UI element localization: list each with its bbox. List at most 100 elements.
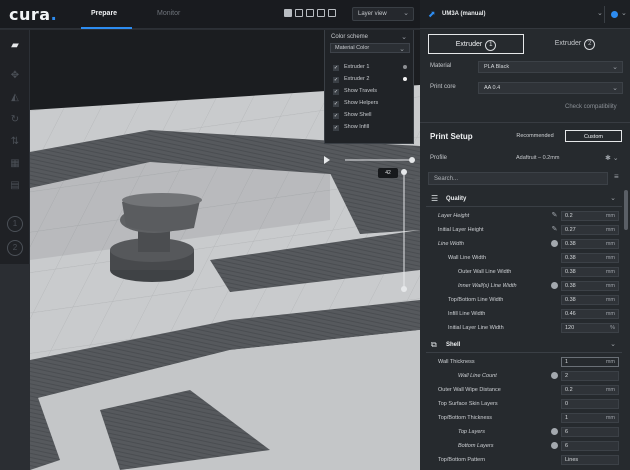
setting-value-input[interactable]: Lines xyxy=(561,455,619,465)
show-travels-toggle[interactable]: ✓ Show Travels xyxy=(333,88,377,98)
tab-prepare[interactable]: Prepare xyxy=(91,10,117,17)
move-tool-icon[interactable]: ✥ xyxy=(7,68,23,84)
setting-value-input[interactable]: 120% xyxy=(561,323,619,333)
extruder-1-color-swatch xyxy=(403,65,407,69)
reset-value-icon[interactable] xyxy=(551,442,558,449)
settings-category-quality[interactable]: ☰ Quality ⌄ xyxy=(426,192,622,207)
setting-value-input[interactable]: 0.38 mm xyxy=(561,253,619,263)
support-blocker-icon[interactable]: ▤ xyxy=(7,178,23,194)
setting-value-input[interactable]: 0.2 mm xyxy=(561,211,619,221)
show-helpers-toggle[interactable]: ✓ Show Helpers xyxy=(333,100,378,110)
left-toolbar: ▰ ✥ ◭ ↻ ⇅ ▦ ▤ 1 2 xyxy=(0,30,30,264)
shell-category-icon: ⧉ xyxy=(431,340,437,349)
tab-extruder-2[interactable]: Extruder 2 xyxy=(527,34,623,54)
setting-row: Top/Bottom Pattern Lines xyxy=(420,454,630,468)
setting-value-input[interactable]: 6 xyxy=(561,441,619,451)
checkbox-checked-icon[interactable]: ✓ xyxy=(333,89,339,95)
open-file-icon[interactable]: ▰ xyxy=(7,38,23,54)
chevron-down-icon: ⌄ xyxy=(610,195,616,202)
top-view-icon[interactable] xyxy=(306,9,314,17)
show-infill-toggle[interactable]: ✓ Show Infill xyxy=(333,124,369,134)
setting-value-input[interactable]: 1 mm xyxy=(561,413,619,423)
setting-label: Inner Wall(s) Line Width xyxy=(458,283,517,289)
checkbox-checked-icon[interactable]: ✓ xyxy=(333,65,339,71)
per-model-settings-icon[interactable]: ▦ xyxy=(7,156,23,172)
setting-row: Inner Wall(s) Line Width 0.38 mm xyxy=(420,280,630,294)
profile-select[interactable]: Adaftruit – 0.2mm xyxy=(516,155,559,161)
category-label: Shell xyxy=(446,342,461,348)
reset-value-icon[interactable] xyxy=(551,428,558,435)
top-bar: cura. Prepare Monitor Layer view ⌄ xyxy=(0,0,420,29)
view-mode-select[interactable]: Layer view ⌄ xyxy=(352,7,414,21)
color-scheme-panel: Color scheme ⌄ Material Color ⌄ ✓ Extrude… xyxy=(324,30,414,144)
right-view-icon[interactable] xyxy=(328,9,336,17)
left-view-icon[interactable] xyxy=(317,9,325,17)
print-core-value: AA 0.4 xyxy=(484,85,501,91)
setting-label: Initial Layer Line Width xyxy=(448,325,504,331)
front-view-icon[interactable] xyxy=(295,9,303,17)
extruder-1-select-icon[interactable]: 1 xyxy=(7,216,23,232)
chevron-down-icon[interactable]: ⌄ xyxy=(621,9,627,17)
print-core-select[interactable]: AA 0.4 ⌄ xyxy=(478,82,623,94)
settings-list: ☰ Quality ⌄ Layer Height ✎ 0.2 mm Initial Layer… xyxy=(420,190,630,470)
extruder-2-select-icon[interactable]: 2 xyxy=(7,240,23,256)
mirror-tool-icon[interactable]: ⇅ xyxy=(7,134,23,150)
check-compatibility-link[interactable]: Check compatibility xyxy=(565,104,617,110)
setting-value-input[interactable]: 0.38 mm xyxy=(561,267,619,277)
tab-extruder-1[interactable]: Extruder 1 xyxy=(428,34,524,54)
extruder-number-icon: 2 xyxy=(584,39,596,50)
setting-value-input[interactable]: 0.38 mm xyxy=(561,239,619,249)
setting-value-input[interactable]: 6 xyxy=(561,427,619,437)
extruder-1-toggle[interactable]: ✓ Extruder 1 xyxy=(333,64,407,74)
profile-options-icon[interactable]: ✱ ⌄ xyxy=(605,154,619,162)
reset-value-icon[interactable] xyxy=(551,372,558,379)
setting-unit: mm xyxy=(605,269,615,275)
tab-monitor[interactable]: Monitor xyxy=(157,10,180,17)
extruder-2-toggle[interactable]: ✓ Extruder 2 xyxy=(333,76,407,86)
setting-value-input[interactable]: 0.38 mm xyxy=(561,295,619,305)
setting-value-input[interactable]: 0.2 mm xyxy=(561,385,619,395)
setting-unit: mm xyxy=(605,255,615,261)
checkbox-checked-icon[interactable]: ✓ xyxy=(333,125,339,131)
print-setup-title: Print Setup xyxy=(430,132,473,141)
checkbox-checked-icon[interactable]: ✓ xyxy=(333,113,339,119)
setting-label: Outer Wall Wipe Distance xyxy=(438,387,501,393)
setting-value-input[interactable]: 1 mm xyxy=(561,357,619,367)
checkbox-label: Extruder 2 xyxy=(344,76,370,82)
setting-value-input[interactable]: 2 xyxy=(561,371,619,381)
setting-value: 0.46 xyxy=(565,311,576,317)
setting-unit: mm xyxy=(605,227,615,233)
show-shell-toggle[interactable]: ✓ Show Shell xyxy=(333,112,372,122)
setting-value-input[interactable]: 0.38 mm xyxy=(561,281,619,291)
extruder-tabs: Extruder 1 Extruder 2 xyxy=(428,34,623,54)
chevron-up-icon[interactable]: ⌄ xyxy=(401,33,407,41)
chevron-down-icon: ⌄ xyxy=(610,341,616,348)
print-settings-panel: ⬈ UM3A (manual) ⌄ ⌄ Extruder 1 Extruder 2 … xyxy=(420,0,630,470)
recommended-mode-button[interactable]: Recommended xyxy=(510,130,560,142)
reset-value-icon[interactable] xyxy=(551,282,558,289)
settings-menu-icon[interactable]: ≡ xyxy=(614,172,619,181)
setting-value-input[interactable]: 0.27 mm xyxy=(561,225,619,235)
chevron-down-icon[interactable]: ⌄ xyxy=(597,9,603,17)
active-tab-indicator xyxy=(81,27,132,29)
rotate-tool-icon[interactable]: ↻ xyxy=(7,112,23,128)
checkbox-checked-icon[interactable]: ✓ xyxy=(333,101,339,107)
settings-category-shell[interactable]: ⧉ Shell ⌄ xyxy=(426,338,622,353)
edit-pencil-icon: ✎ xyxy=(551,212,558,219)
material-select[interactable]: PLA Black ⌄ xyxy=(478,61,623,73)
settings-search-input[interactable]: Search... xyxy=(428,172,608,185)
printer-name[interactable]: UM3A (manual) xyxy=(442,11,485,17)
profile-row: Profile Adaftruit – 0.2mm ✱ ⌄ xyxy=(430,153,625,165)
setting-value-input[interactable]: 0.46 mm xyxy=(561,309,619,319)
checkbox-label: Show Travels xyxy=(344,88,378,94)
setting-label: Wall Line Count xyxy=(458,373,497,379)
custom-mode-button[interactable]: Custom xyxy=(565,130,622,142)
3d-view-icon[interactable] xyxy=(284,9,292,17)
setting-value-input[interactable]: 0 xyxy=(561,399,619,409)
scale-tool-icon[interactable]: ◭ xyxy=(7,90,23,106)
reset-value-icon[interactable] xyxy=(551,240,558,247)
extruder-tab-label: Extruder xyxy=(554,40,582,47)
checkbox-checked-icon[interactable]: ✓ xyxy=(333,77,339,83)
color-scheme-select[interactable]: Material Color ⌄ xyxy=(330,43,410,53)
settings-scrollbar[interactable] xyxy=(624,190,628,230)
